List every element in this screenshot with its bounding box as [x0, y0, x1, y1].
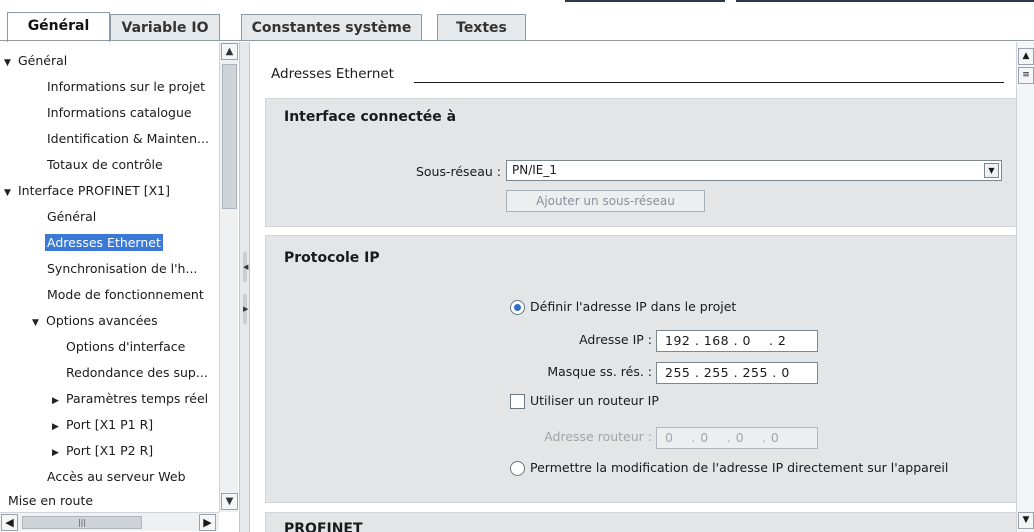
tree-item-identification[interactable]: Identification & Mainten...	[47, 128, 209, 150]
tree-vertical-scrollbar[interactable]: ▲ ▼	[219, 42, 238, 512]
scroll-thumb[interactable]	[222, 64, 237, 209]
expand-triangle-icon[interactable]: ▼	[4, 52, 14, 74]
scroll-up-icon[interactable]: ▲	[221, 43, 238, 60]
tree-item-label: Port [X1 P1 R]	[65, 417, 154, 432]
subnet-mask-field[interactable]: 255 . 255 . 255 . 0	[656, 362, 818, 384]
tree-item-label: Adresses Ethernet	[45, 234, 163, 251]
tree-item-informations-catalogue[interactable]: Informations catalogue	[47, 102, 192, 124]
tree-item-label: Port [X1 P2 R]	[65, 443, 154, 458]
tree-item-general[interactable]: ▼ Général	[4, 50, 67, 72]
section-divider	[414, 82, 1004, 83]
scroll-down-icon[interactable]: ▼	[1018, 512, 1034, 529]
scroll-up-icon[interactable]: ▲	[1018, 48, 1034, 65]
tab-variable-io[interactable]: Variable IO	[110, 14, 220, 41]
properties-content: Adresses Ethernet Interface connectée à …	[251, 42, 1020, 532]
tree-item-parametres-temps-reel[interactable]: ▶ Paramètres temps réel	[52, 388, 208, 410]
content-vertical-scrollbar[interactable]: ▲ ≡ ▼	[1016, 42, 1034, 532]
section-title: Adresses Ethernet	[271, 66, 394, 82]
radio-define-ip-label: Définir l'adresse IP dans le projet	[530, 299, 737, 314]
tab-baseline	[0, 40, 1034, 41]
tree-item-totaux-controle[interactable]: Totaux de contrôle	[47, 154, 163, 176]
tree-item-port-p1[interactable]: ▶ Port [X1 P1 R]	[52, 414, 153, 436]
panel-splitter[interactable]: ◀ ▶	[240, 42, 250, 532]
tree-item-redondance[interactable]: Redondance des sup...	[66, 362, 208, 384]
scroll-right-icon[interactable]: ▶	[199, 514, 216, 531]
dropdown-arrow-icon[interactable]: ▼	[984, 163, 999, 178]
tree-item-options-avancees[interactable]: ▼ Options avancées	[32, 310, 158, 332]
tree-item-label: Général	[17, 53, 68, 68]
tree-item-acces-serveur-web[interactable]: Accès au serveur Web	[47, 466, 186, 488]
use-router-checkbox[interactable]	[510, 394, 525, 409]
router-address-field[interactable]: 0 . 0 . 0 . 0	[656, 427, 818, 449]
tree-item-options-interface[interactable]: Options d'interface	[66, 336, 185, 358]
scroll-thumb[interactable]: ≡	[1018, 67, 1034, 84]
tree-item-port-p2[interactable]: ▶ Port [X1 P2 R]	[52, 440, 153, 462]
collapse-triangle-icon[interactable]: ▶	[52, 416, 62, 438]
subnet-mask-label: Masque ss. rés. :	[547, 364, 652, 379]
tree-item-label: Options avancées	[45, 313, 158, 328]
add-subnet-button[interactable]: Ajouter un sous-réseau	[506, 190, 705, 212]
ip-address-field[interactable]: 192 . 168 . 0 . 2	[656, 330, 818, 352]
top-accent-line	[565, 0, 725, 2]
radio-ip-on-device[interactable]	[510, 461, 525, 476]
subnet-label: Sous-réseau :	[415, 164, 501, 179]
ip-protocol-group: Protocole IP Définir l'adresse IP dans l…	[265, 235, 1020, 503]
collapse-triangle-icon[interactable]: ▶	[52, 390, 62, 412]
scroll-thumb[interactable]: |||	[22, 516, 142, 529]
scroll-down-icon[interactable]: ▼	[221, 493, 238, 510]
tree-item-informations-projet[interactable]: Informations sur le projet	[47, 76, 205, 98]
tab-constantes-systeme[interactable]: Constantes système	[241, 14, 422, 41]
tree-horizontal-scrollbar[interactable]: ◀ ||| ▶	[0, 512, 219, 531]
collapse-left-icon[interactable]: ◀	[243, 252, 248, 282]
subnet-select[interactable]: PN/IE_1 ▼	[506, 160, 1002, 181]
tab-textes[interactable]: Textes	[437, 14, 526, 41]
subnet-value: PN/IE_1	[512, 163, 558, 177]
radio-ip-on-device-label: Permettre la modification de l'adresse I…	[530, 460, 949, 475]
navigation-tree: ▼ Général Informations sur le projet Inf…	[0, 42, 240, 532]
tree-item-label: Paramètres temps réel	[65, 391, 209, 406]
tree-item-mise-en-route[interactable]: Mise en route	[8, 492, 93, 506]
tree-item-interface-profinet[interactable]: ▼ Interface PROFINET [X1]	[4, 180, 170, 202]
ip-address-label: Adresse IP :	[579, 332, 652, 347]
tab-general[interactable]: Général	[7, 12, 110, 42]
collapse-triangle-icon[interactable]: ▶	[52, 442, 62, 464]
expand-triangle-icon[interactable]: ▼	[4, 182, 14, 204]
ip-protocol-title: Protocole IP	[284, 250, 380, 266]
scroll-left-icon[interactable]: ◀	[1, 514, 18, 531]
tab-bar: Général Variable IO Constantes système T…	[0, 0, 1034, 42]
tree-item-label: Interface PROFINET [X1]	[17, 183, 170, 198]
tree-item-synchronisation[interactable]: Synchronisation de l'h...	[47, 258, 197, 280]
use-router-label: Utiliser un routeur IP	[530, 393, 659, 408]
profinet-title: PROFINET	[284, 521, 363, 532]
interface-group: Interface connectée à Sous-réseau : PN/I…	[265, 98, 1020, 227]
tree-item-interface-general[interactable]: Général	[47, 206, 96, 228]
interface-group-title: Interface connectée à	[284, 109, 457, 125]
tree-item-mode-fonctionnement[interactable]: Mode de fonctionnement	[47, 284, 204, 306]
top-accent-line-right	[736, 0, 1034, 2]
router-address-label: Adresse routeur :	[544, 429, 652, 444]
expand-right-icon[interactable]: ▶	[243, 294, 248, 324]
radio-define-ip-in-project[interactable]	[510, 300, 525, 315]
tree-item-adresses-ethernet[interactable]: Adresses Ethernet	[45, 232, 163, 254]
profinet-group: PROFINET	[265, 512, 1020, 532]
expand-triangle-icon[interactable]: ▼	[32, 312, 42, 334]
